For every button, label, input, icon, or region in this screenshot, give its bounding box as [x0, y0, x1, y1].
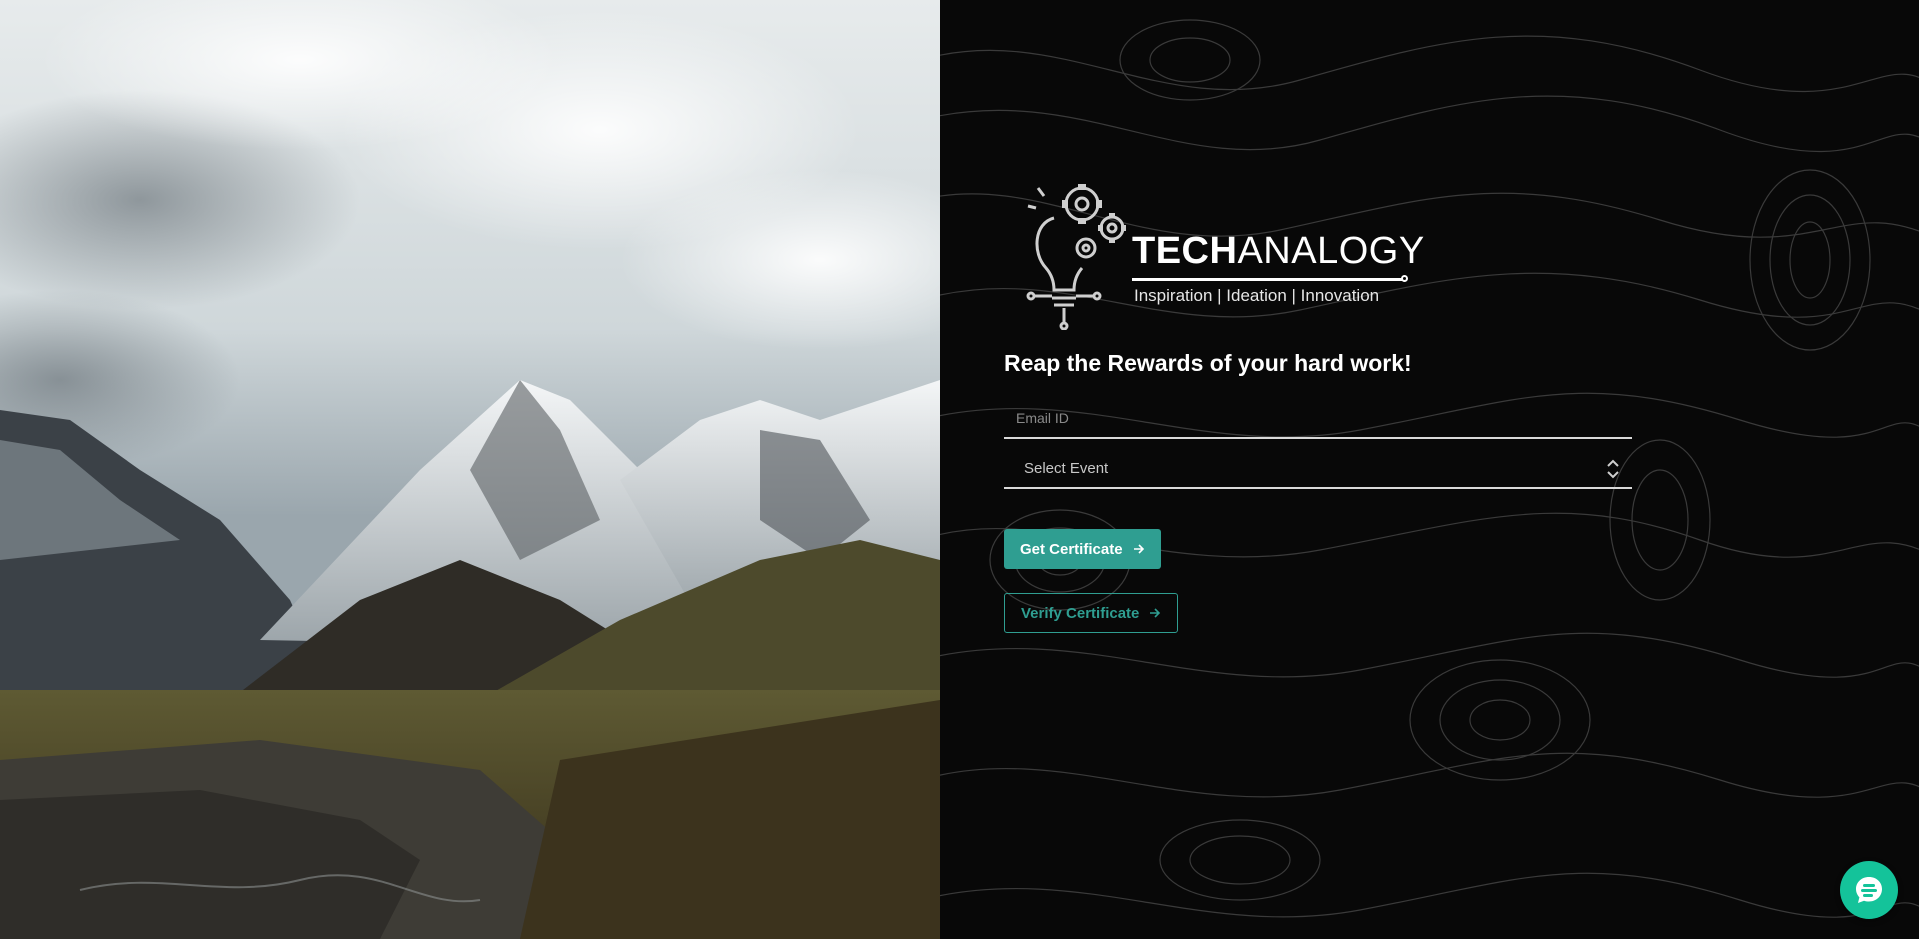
chat-bubble-icon	[1856, 877, 1882, 903]
brand-divider	[1132, 275, 1408, 282]
arrow-right-icon	[1150, 608, 1161, 618]
techanalogy-logo: TECHANALOGY Inspiration | Ideation | Inn…	[1024, 178, 1424, 330]
page-headline: Reap the Rewards of your hard work!	[1004, 350, 1412, 376]
event-select-value: Select Event	[1024, 459, 1109, 477]
event-select[interactable]: Select Event	[1004, 449, 1632, 489]
email-input[interactable]	[1004, 401, 1632, 435]
verify-certificate-label: Verify Certificate	[1021, 604, 1140, 622]
get-certificate-button[interactable]: Get Certificate	[1004, 529, 1161, 569]
brand-name-bold: TECH	[1132, 230, 1238, 272]
brand-name-light: ANALOGY	[1237, 230, 1425, 272]
chat-widget-button[interactable]	[1840, 861, 1898, 919]
mountain-landscape-image	[0, 0, 940, 939]
brand-tagline: Inspiration | Ideation | Innovation	[1134, 286, 1380, 305]
certificate-page: TECHANALOGY Inspiration | Ideation | Inn…	[0, 0, 1919, 939]
verify-certificate-button[interactable]: Verify Certificate	[1004, 593, 1179, 633]
email-field-wrapper	[1004, 401, 1632, 439]
certificate-panel: TECHANALOGY Inspiration | Ideation | Inn…	[940, 0, 1919, 939]
arrow-right-icon	[1133, 544, 1144, 554]
lightbulb-gears-icon	[1026, 184, 1126, 330]
brand-name: TECHANALOGY	[1132, 230, 1425, 273]
get-certificate-label: Get Certificate	[1020, 540, 1123, 558]
chevron-up-down-icon	[1607, 459, 1619, 479]
